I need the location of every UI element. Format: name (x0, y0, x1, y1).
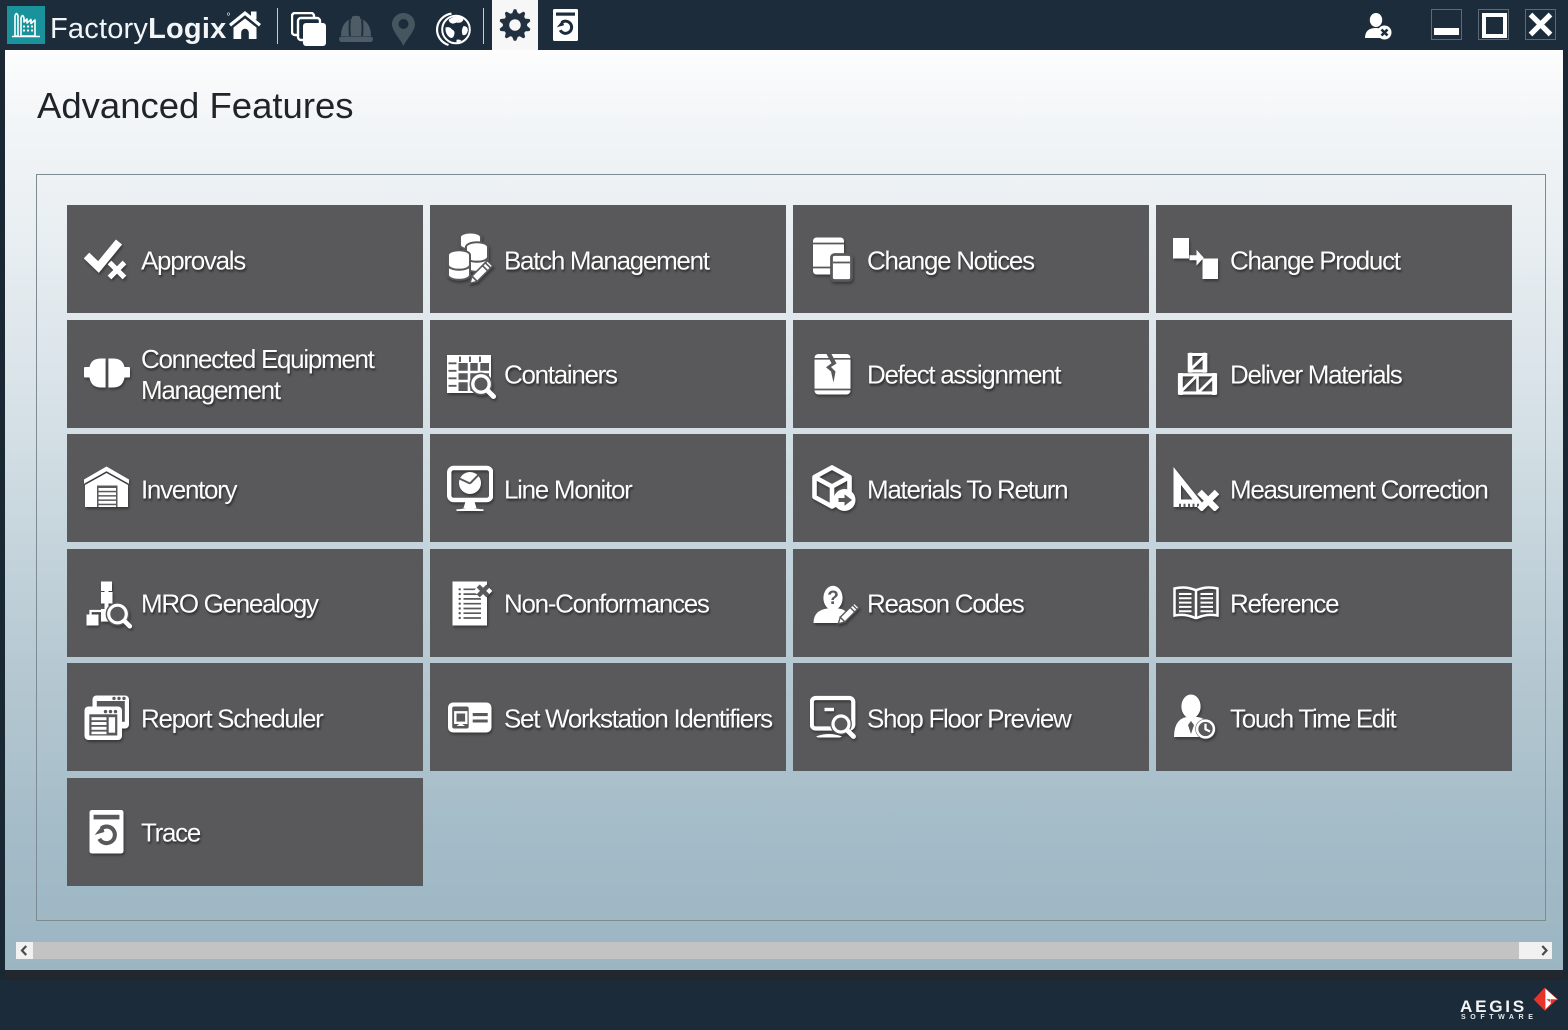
svg-text:?: ? (827, 588, 839, 609)
